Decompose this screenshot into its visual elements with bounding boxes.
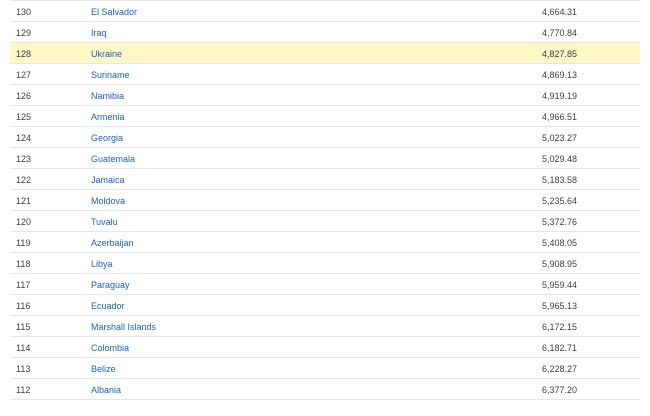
- rank-cell: 113: [16, 364, 31, 374]
- rank-cell: 127: [16, 70, 32, 80]
- rank-cell: 115: [16, 322, 31, 332]
- country-link[interactable]: Iraq: [91, 28, 107, 38]
- table-row-highlighted: 128 Ukraine 4,827.85: [10, 43, 640, 64]
- table-row: 120 Tuvalu 5,372.76: [10, 211, 640, 232]
- value-cell: 6,228.27: [541, 364, 577, 374]
- country-link[interactable]: Belize: [91, 364, 116, 374]
- value-cell: 5,965.13: [541, 301, 577, 311]
- table-row: 130 El Salvador 4,664.31: [10, 1, 640, 22]
- rank-cell: 114: [16, 343, 31, 353]
- rank-cell: 120: [16, 217, 32, 227]
- table-row: 126 Namibia 4,919.19: [10, 85, 640, 106]
- table-row: 124 Georgia 5,023.27: [10, 127, 640, 148]
- country-link[interactable]: Azerbaijan: [91, 238, 134, 248]
- value-cell: 5,183.58: [541, 175, 577, 185]
- table-row: 112 Albania 6,377.20: [10, 379, 640, 400]
- value-cell: 6,172.15: [541, 322, 577, 332]
- rank-cell: 112: [16, 385, 31, 395]
- value-cell: 4,919.19: [541, 91, 577, 101]
- country-link[interactable]: Moldova: [91, 196, 125, 206]
- table-row: 121 Moldova 5,235.64: [10, 190, 640, 211]
- country-link[interactable]: Namibia: [91, 91, 124, 101]
- table-row: 114 Colombia 6,182.71: [10, 337, 640, 358]
- value-cell: 6,182.71: [541, 343, 577, 353]
- table-row: 122 Jamaica 5,183.58: [10, 169, 640, 190]
- country-link[interactable]: Albania: [91, 385, 121, 395]
- country-link[interactable]: Jamaica: [91, 175, 125, 185]
- ranking-table: 130 El Salvador 4,664.31 129 Iraq 4,770.…: [10, 0, 640, 400]
- rank-cell: 122: [16, 175, 32, 185]
- value-cell: 5,023.27: [541, 133, 577, 143]
- value-cell: 4,869.13: [541, 70, 577, 80]
- value-cell: 4,827.85: [541, 49, 577, 59]
- table-row: 125 Armenia 4,966.51: [10, 106, 640, 127]
- rank-cell: 119: [16, 238, 31, 248]
- country-link[interactable]: Georgia: [91, 133, 123, 143]
- country-link[interactable]: Guatemala: [91, 154, 135, 164]
- value-cell: 5,959.44: [541, 280, 577, 290]
- table-row: 115 Marshall Islands 6,172.15: [10, 316, 640, 337]
- country-link[interactable]: Armenia: [91, 112, 125, 122]
- country-link[interactable]: Suriname: [91, 70, 130, 80]
- country-link[interactable]: Tuvalu: [91, 217, 118, 227]
- value-cell: 4,770.84: [541, 28, 577, 38]
- rank-cell: 118: [16, 259, 31, 269]
- country-link[interactable]: Libya: [91, 259, 113, 269]
- table-row: 116 Ecuador 5,965.13: [10, 295, 640, 316]
- value-cell: 4,664.31: [541, 7, 577, 17]
- value-cell: 5,408.05: [541, 238, 577, 248]
- country-link[interactable]: Colombia: [91, 343, 129, 353]
- value-cell: 5,372.76: [541, 217, 577, 227]
- rank-cell: 130: [16, 7, 32, 17]
- rank-cell: 129: [16, 28, 32, 38]
- value-cell: 5,029.48: [541, 154, 577, 164]
- value-cell: 6,377.20: [541, 385, 577, 395]
- table-row: 113 Belize 6,228.27: [10, 358, 640, 379]
- table-row: 118 Libya 5,908.95: [10, 253, 640, 274]
- table-row: 123 Guatemala 5,029.48: [10, 148, 640, 169]
- rank-cell: 116: [16, 301, 31, 311]
- rank-cell: 123: [16, 154, 32, 164]
- country-link[interactable]: Ecuador: [91, 301, 125, 311]
- country-link[interactable]: El Salvador: [91, 7, 137, 17]
- country-link[interactable]: Paraguay: [91, 280, 130, 290]
- rank-cell: 126: [16, 91, 32, 101]
- value-cell: 5,908.95: [541, 259, 577, 269]
- country-link[interactable]: Marshall Islands: [91, 322, 156, 332]
- table-row: 117 Paraguay 5,959.44: [10, 274, 640, 295]
- table-row: 129 Iraq 4,770.84: [10, 22, 640, 43]
- rank-cell: 128: [16, 49, 32, 59]
- rank-cell: 125: [16, 112, 32, 122]
- rank-cell: 124: [16, 133, 32, 143]
- table-row: 127 Suriname 4,869.13: [10, 64, 640, 85]
- rank-cell: 121: [16, 196, 32, 206]
- value-cell: 4,966.51: [541, 112, 577, 122]
- rank-cell: 117: [16, 280, 31, 290]
- table-row: 119 Azerbaijan 5,408.05: [10, 232, 640, 253]
- value-cell: 5,235.64: [541, 196, 577, 206]
- country-link[interactable]: Ukraine: [91, 49, 122, 59]
